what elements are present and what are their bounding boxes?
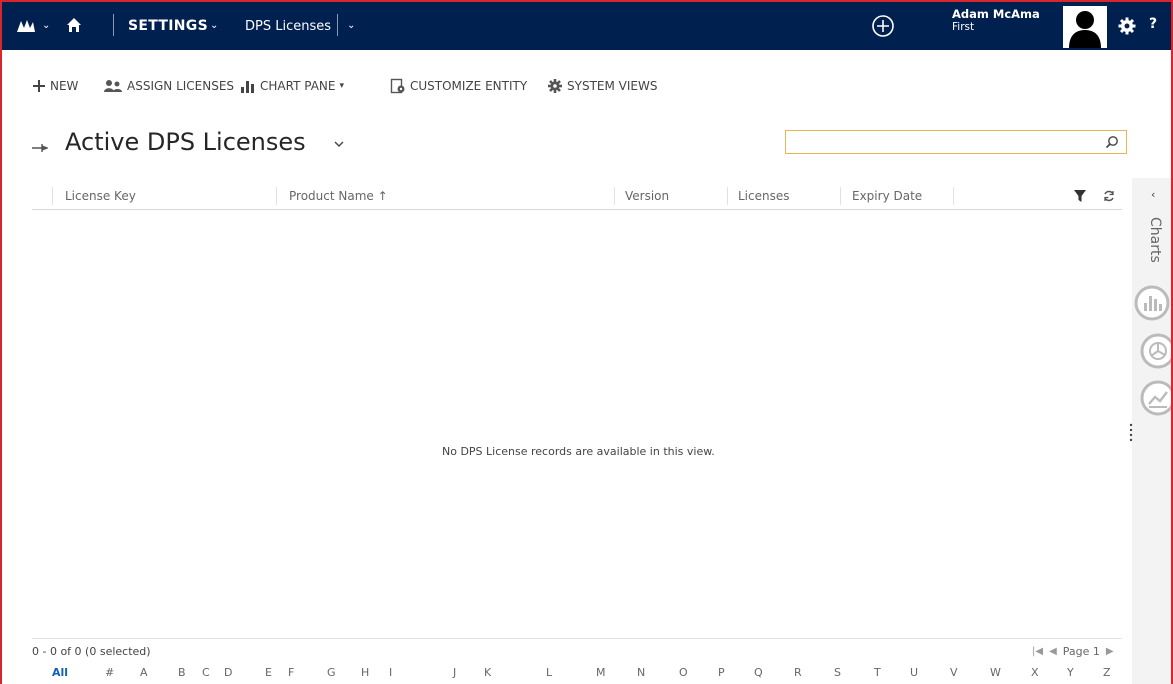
alpha-filter-h[interactable]: H [361, 666, 369, 679]
alpha-filter-y[interactable]: Y [1067, 666, 1074, 679]
charts-pane-label-text: Charts [1147, 217, 1163, 263]
new-button[interactable]: NEW [32, 77, 78, 95]
alpha-filter-r[interactable]: R [794, 666, 802, 679]
column-separator [614, 187, 615, 205]
filter-icon[interactable] [1074, 189, 1086, 203]
home-icon[interactable] [66, 17, 82, 33]
alpha-filter-t[interactable]: T [874, 666, 881, 679]
alpha-filter-f[interactable]: F [288, 666, 294, 679]
app-frame: ⌄ SETTINGS ⌄ DPS Licenses ⌄ Adam McAma F… [0, 0, 1173, 684]
next-page-icon[interactable]: ▶ [1106, 646, 1114, 657]
column-separator [953, 187, 954, 205]
column-chart-icon[interactable] [1133, 284, 1171, 322]
breadcrumb[interactable]: DPS Licenses [245, 19, 331, 34]
first-page-icon[interactable]: |◀ [1032, 646, 1043, 657]
alpha-filter-n[interactable]: N [637, 666, 645, 679]
customize-icon [390, 78, 405, 94]
resize-handle-icon[interactable] [1129, 422, 1133, 442]
chart-pane-button[interactable]: CHART PANE ▾ [240, 77, 344, 95]
dynamics-logo-icon[interactable] [16, 17, 36, 33]
column-header-license-key[interactable]: License Key [65, 189, 136, 203]
column-separator [52, 187, 53, 205]
alpha-filter-all[interactable]: All [52, 666, 68, 679]
chevron-left-icon[interactable]: ‹ [1151, 188, 1155, 201]
previous-page-icon[interactable]: ◀ [1049, 646, 1057, 657]
grid-header: License Key Product Name ↑ Version Licen… [32, 183, 1122, 210]
page-number: Page 1 [1062, 645, 1100, 658]
alpha-filter-e[interactable]: E [265, 666, 272, 679]
alpha-filter-hash[interactable]: # [105, 666, 114, 679]
system-views-label: SYSTEM VIEWS [567, 79, 658, 93]
column-separator [840, 187, 841, 205]
search-input[interactable] [785, 130, 1127, 154]
footer-divider [32, 638, 1122, 639]
nav-separator [113, 14, 114, 36]
alpha-filter-o[interactable]: O [679, 666, 688, 679]
column-header-product-name[interactable]: Product Name ↑ [289, 189, 388, 203]
alpha-filter-x[interactable]: X [1031, 666, 1039, 679]
alpha-filter-k[interactable]: K [484, 666, 491, 679]
pager: |◀ ◀ Page 1 ▶ [1032, 645, 1114, 658]
gear-icon[interactable] [1118, 17, 1136, 35]
record-count: 0 - 0 of 0 (0 selected) [32, 645, 151, 658]
pie-chart-icon[interactable] [1139, 332, 1173, 370]
user-org: First [952, 21, 975, 33]
alpha-filter-z[interactable]: Z [1103, 666, 1111, 679]
user-name: Adam McAma [952, 7, 1040, 21]
chevron-down-icon: ▾ [339, 81, 344, 91]
column-header-version[interactable]: Version [625, 189, 669, 203]
plus-icon [33, 80, 45, 92]
alpha-filter-q[interactable]: Q [754, 666, 763, 679]
alpha-filter-v[interactable]: V [950, 666, 958, 679]
search-icon[interactable] [1105, 135, 1119, 149]
chevron-down-icon[interactable]: ⌄ [210, 20, 218, 31]
alpha-filter-s[interactable]: S [834, 666, 841, 679]
alpha-filter-l[interactable]: L [546, 666, 552, 679]
view-title[interactable]: Active DPS Licenses [65, 128, 306, 156]
line-chart-icon[interactable] [1139, 379, 1173, 417]
avatar[interactable] [1063, 6, 1107, 48]
create-plus-icon[interactable] [871, 14, 895, 38]
alpha-filter-i[interactable]: I [389, 666, 392, 679]
alpha-filter-g[interactable]: G [327, 666, 336, 679]
pin-icon[interactable] [32, 143, 48, 153]
user-info[interactable]: Adam McAma First [952, 8, 1040, 34]
users-icon [104, 80, 122, 92]
chevron-down-icon[interactable]: ⌄ [347, 20, 355, 31]
column-header-expiry-date[interactable]: Expiry Date [852, 189, 922, 203]
refresh-icon[interactable] [1103, 190, 1115, 202]
alpha-filter-j[interactable]: J [453, 666, 456, 679]
settings-menu[interactable]: SETTINGS [128, 18, 208, 34]
alpha-filter-p[interactable]: P [718, 666, 725, 679]
column-separator [276, 187, 277, 205]
charts-pane-label[interactable]: Charts [1143, 217, 1163, 277]
customize-entity-label: CUSTOMIZE ENTITY [410, 79, 528, 93]
chevron-down-icon[interactable]: ⌄ [42, 20, 50, 31]
bar-chart-icon [241, 81, 254, 93]
column-separator [727, 187, 728, 205]
alpha-filter-u[interactable]: U [910, 666, 918, 679]
gear-icon [548, 79, 562, 93]
alpha-filter-d[interactable]: D [224, 666, 232, 679]
system-views-button[interactable]: SYSTEM VIEWS [547, 77, 657, 95]
column-header-licenses[interactable]: Licenses [738, 189, 790, 203]
customize-entity-button[interactable]: CUSTOMIZE ENTITY [390, 77, 527, 95]
chart-pane-label: CHART PANE [260, 79, 336, 93]
assign-licenses-label: ASSIGN LICENSES [127, 79, 235, 93]
chevron-down-icon[interactable] [334, 140, 344, 148]
empty-grid-message: No DPS License records are available in … [442, 445, 715, 458]
top-nav-bar: ⌄ SETTINGS ⌄ DPS Licenses ⌄ Adam McAma F… [2, 2, 1171, 50]
alpha-filter-c[interactable]: C [202, 666, 210, 679]
nav-separator [337, 14, 338, 36]
user-silhouette-icon [1069, 11, 1101, 48]
alpha-filter-m[interactable]: M [596, 666, 606, 679]
alpha-filter-b[interactable]: B [178, 666, 186, 679]
alphabet-filter: All # A B C D E F G H I J K L M N O P Q … [2, 666, 1171, 684]
alpha-filter-a[interactable]: A [140, 666, 148, 679]
assign-licenses-button[interactable]: ASSIGN LICENSES [103, 77, 234, 95]
help-button[interactable]: ? [1149, 16, 1157, 32]
new-button-label: NEW [50, 79, 79, 93]
alpha-filter-w[interactable]: W [990, 666, 1001, 679]
